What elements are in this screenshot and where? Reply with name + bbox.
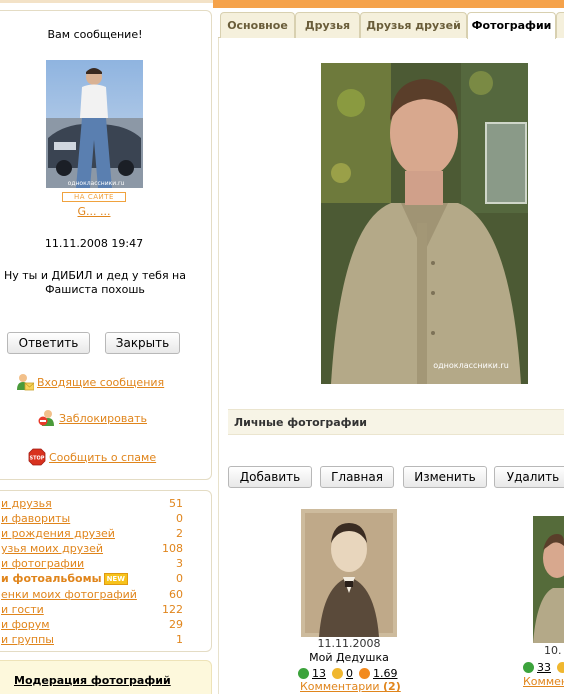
inbox-action[interactable]: Входящие сообщения [16,373,164,391]
message-title: Вам сообщение! [47,28,143,41]
sender-name-link[interactable]: G... ... [0,205,193,218]
profile-tabs: Основное Друзья Друзья друзей Фотографии [218,12,564,39]
stat-value: 3 [176,557,183,570]
stat-label[interactable]: и рождения друзей [1,527,115,540]
close-button[interactable]: Закрыть [105,332,180,354]
stat-label[interactable]: и гости [1,603,44,616]
stat-row-groups[interactable]: и группы 1 [1,633,193,648]
rating-yellow-icon [557,662,564,673]
stats-panel: и друзья 51 и фавориты 0 и рождения друз… [0,490,212,652]
avatar-watermark: одноклассники.ru [68,180,125,187]
moderation-panel: Модерация фотографий [0,660,212,694]
personal-photos-header: Личные фотографии [228,409,564,435]
spam-action[interactable]: STOP Сообщить о спаме [28,448,156,466]
stat-value: 60 [169,588,183,601]
tab-more[interactable] [556,12,564,38]
stat-row-favorites[interactable]: и фавориты 0 [1,512,193,527]
stat-value: 29 [169,618,183,631]
tab-friends[interactable]: Друзья [295,12,360,38]
stat-value: 0 [176,572,183,585]
message-date: 11.11.2008 19:47 [44,237,144,250]
block-link[interactable]: Заблокировать [59,412,147,425]
inbox-link[interactable]: Входящие сообщения [37,376,164,389]
block-action[interactable]: Заблокировать [38,409,147,427]
inbox-icon [16,373,35,391]
stat-value: 51 [169,497,183,510]
stat-value: 108 [162,542,183,555]
main-photo[interactable]: одноклассники.ru [321,63,528,384]
rating-yellow-icon [332,668,343,679]
section-title: Личные фотографии [234,416,368,429]
message-panel: Вам сообщение! одноклассники.ru НА САЙТЕ… [0,10,212,480]
edit-photo-button[interactable]: Изменить [403,466,487,488]
stat-label[interactable]: и фавориты [1,512,70,525]
online-badge: НА САЙТЕ [62,192,126,202]
stat-value: 122 [162,603,183,616]
comments-count[interactable]: (2) [383,680,401,693]
stat-label[interactable]: узья моих друзей [1,542,103,555]
stat-row-guests[interactable]: и гости 122 [1,603,193,618]
stat-label[interactable]: енки моих фотографий [1,588,137,601]
delete-photo-button[interactable]: Удалить [494,466,564,488]
rating-average[interactable]: 1.69 [373,667,398,680]
stat-value: 2 [176,527,183,540]
stat-row-forum[interactable]: и форум 29 [1,618,193,633]
stat-row-birthdays[interactable]: и рождения друзей 2 [1,527,193,542]
tab-friends-of-friends[interactable]: Друзья друзей [360,12,467,38]
set-main-photo-button[interactable]: Главная [320,466,394,488]
add-photo-button[interactable]: Добавить [228,466,312,488]
stat-row-albums[interactable]: и фотоальбомы NEW 0 [1,572,193,587]
moderation-link[interactable]: Модерация фотографий [14,674,171,687]
photo-rating-stats-2: 33 0 [523,661,564,674]
photo-thumbnail[interactable] [301,509,397,637]
photo-title: Мой Дедушка [309,651,389,664]
stat-row-friends-of-friends[interactable]: узья моих друзей 108 [1,542,193,557]
stat-label[interactable]: и группы [1,633,54,646]
stat-label[interactable]: и фотографии [1,557,84,570]
photo-date: 11.11.2008 [317,637,381,650]
spam-link[interactable]: Сообщить о спаме [49,451,156,464]
photo-comments-link[interactable]: Комментарии (2) [300,680,401,693]
stat-row-photos[interactable]: и фотографии 3 [1,557,193,572]
top-strip-left [0,0,213,3]
tab-main[interactable]: Основное [220,12,295,38]
message-text: Ну ты и ДИБИЛ и дед у тебя на Фашиста по… [3,269,186,296]
new-badge: NEW [103,573,128,585]
comments-label[interactable]: Комментарии [300,680,380,693]
block-user-icon [38,409,54,427]
stat-value: 1 [176,633,183,646]
photo-comments-link-2[interactable]: Коммен [523,675,564,688]
stat-row-photo-ratings[interactable]: енки моих фотографий 60 [1,588,193,603]
sender-avatar[interactable]: одноклассники.ru [46,60,143,188]
rating-green-icon [523,662,534,673]
rating-green-count[interactable]: 13 [312,667,326,680]
stat-value: 0 [176,512,183,525]
main-photo-watermark: одноклассники.ru [433,361,509,370]
main-photo-image: одноклассники.ru [321,63,528,384]
photo-rating-stats: 13 0 1.69 [298,667,404,680]
svg-text:STOP: STOP [30,456,45,462]
stat-label[interactable]: и фотоальбомы [1,572,102,585]
reply-button[interactable]: Ответить [7,332,90,354]
photo-date-2: 10. [544,644,562,657]
rating-star-icon [359,668,370,679]
photo-thumbnail-2[interactable] [533,516,564,643]
top-strip [213,0,564,8]
stat-label[interactable]: и друзья [1,497,52,510]
stat-label[interactable]: и форум [1,618,50,631]
rating-yellow-count[interactable]: 0 [346,667,353,680]
stop-sign-icon: STOP [28,448,46,466]
rating-green-icon [298,668,309,679]
rating-green-count[interactable]: 33 [537,661,551,674]
stat-row-friends[interactable]: и друзья 51 [1,497,193,512]
tab-photos[interactable]: Фотографии [467,12,556,39]
avatar-photo: одноклассники.ru [46,60,143,188]
